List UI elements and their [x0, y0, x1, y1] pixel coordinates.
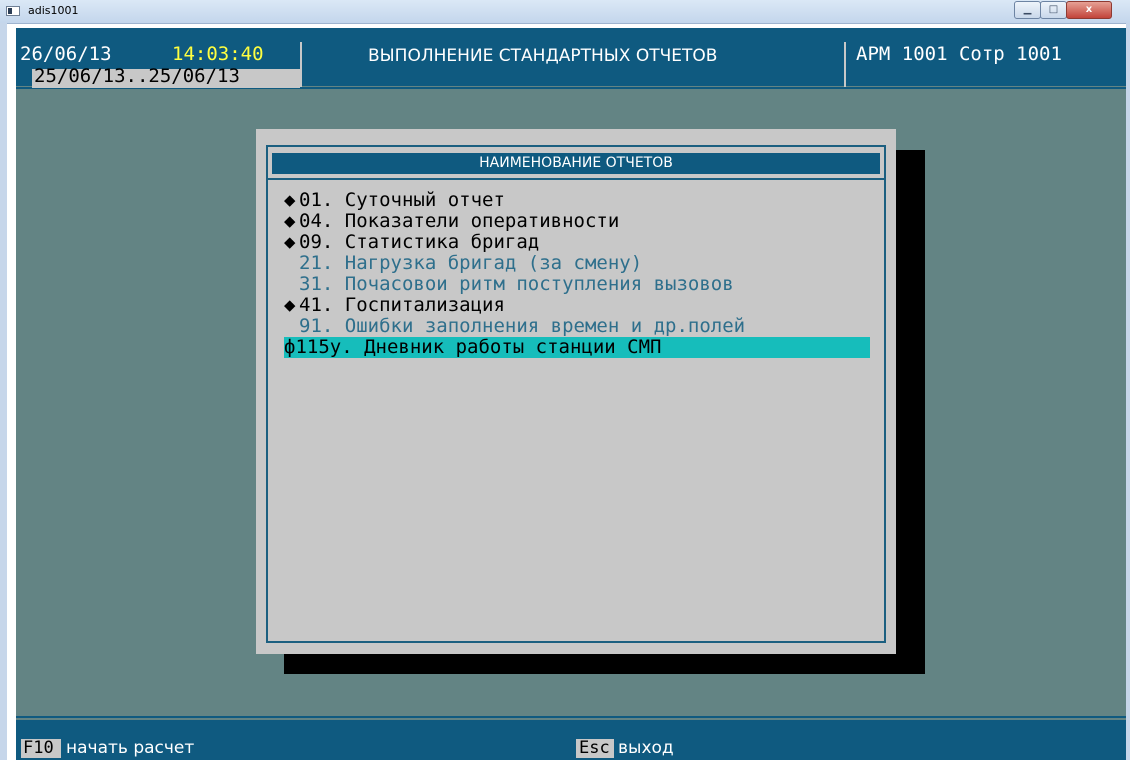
close-button[interactable]: x [1066, 1, 1112, 19]
report-item[interactable]: ◆ 04. Показатели оперативности [284, 211, 870, 232]
report-item[interactable]: ◆ 09. Статистика бригад [284, 232, 870, 253]
report-item-label: 21. Нагрузка бригад (за смену) [299, 252, 643, 274]
esc-key[interactable]: Esc [576, 739, 614, 758]
reports-dialog: НАИМЕНОВАНИЕ ОТЧЕТОВ ◆ 01. Суточный отчет… [256, 129, 896, 654]
f10-label: начать расчет [66, 738, 195, 758]
diamond-icon: ◆ [284, 231, 296, 253]
report-item-label: 41. Госпитализация [299, 294, 505, 316]
window-titlebar: adis1001 ▁ □ x [0, 0, 1130, 24]
minimize-button[interactable]: ▁ [1014, 1, 1041, 19]
report-item[interactable]: 91. Ошибки заполнения времен и др.полей [284, 316, 870, 337]
f10-key[interactable]: F10 [21, 739, 61, 758]
esc-label: выход [618, 738, 674, 758]
window-frame-left [0, 23, 7, 760]
report-item-label: 04. Показатели оперативности [299, 210, 620, 232]
maximize-button[interactable]: □ [1040, 1, 1067, 19]
report-item-label: 31. Почасовои ритм поступления вызовов [299, 273, 734, 295]
report-item[interactable]: ◆ 01. Суточный отчет [284, 190, 870, 211]
function-bar-rule [16, 716, 1126, 718]
console-screen: 26/06/13 14:03:40 ВЫПОЛНЕНИЕ СТАНДАРТНЫХ… [16, 28, 1126, 760]
divider [300, 42, 302, 88]
report-item-label: 91. Ошибки заполнения времен и др.полей [299, 315, 746, 337]
report-item-selected[interactable]: ф115у. Дневник работы станции СМП [284, 337, 870, 358]
report-item[interactable]: ◆ 41. Госпитализация [284, 295, 870, 316]
date-range-value: 25/06/13..25/06/13 [34, 65, 240, 87]
report-item-label: 01. Суточный отчет [299, 189, 505, 211]
report-item[interactable]: 31. Почасовои ритм поступления вызовов [284, 274, 870, 295]
app-icon [6, 6, 20, 16]
workstation-info: АРМ 1001 Сотр 1001 [856, 43, 1062, 65]
diamond-icon: ◆ [284, 189, 296, 211]
report-item-label: ф115у. Дневник работы станции СМП [284, 336, 662, 358]
dialog-title-rule [268, 178, 884, 180]
report-item-label: 09. Статистика бригад [299, 231, 540, 253]
current-date: 26/06/13 [20, 43, 112, 65]
current-time: 14:03:40 [172, 43, 264, 65]
report-item[interactable]: 21. Нагрузка бригад (за смену) [284, 253, 870, 274]
window-frame-right [1126, 23, 1130, 760]
dialog-frame: НАИМЕНОВАНИЕ ОТЧЕТОВ ◆ 01. Суточный отчет… [266, 145, 886, 643]
diamond-icon: ◆ [284, 210, 296, 232]
window-title: adis1001 [28, 4, 79, 17]
dialog-title: НАИМЕНОВАНИЕ ОТЧЕТОВ [272, 153, 880, 174]
function-key-bar: F10 начать расчет Esc выход [16, 720, 1126, 760]
diamond-icon: ◆ [284, 294, 296, 316]
divider [844, 42, 846, 88]
date-range-field[interactable]: 25/06/13..25/06/13 [32, 65, 300, 88]
screen-title: ВЫПОЛНЕНИЕ СТАНДАРТНЫХ ОТЧЕТОВ [368, 46, 718, 66]
